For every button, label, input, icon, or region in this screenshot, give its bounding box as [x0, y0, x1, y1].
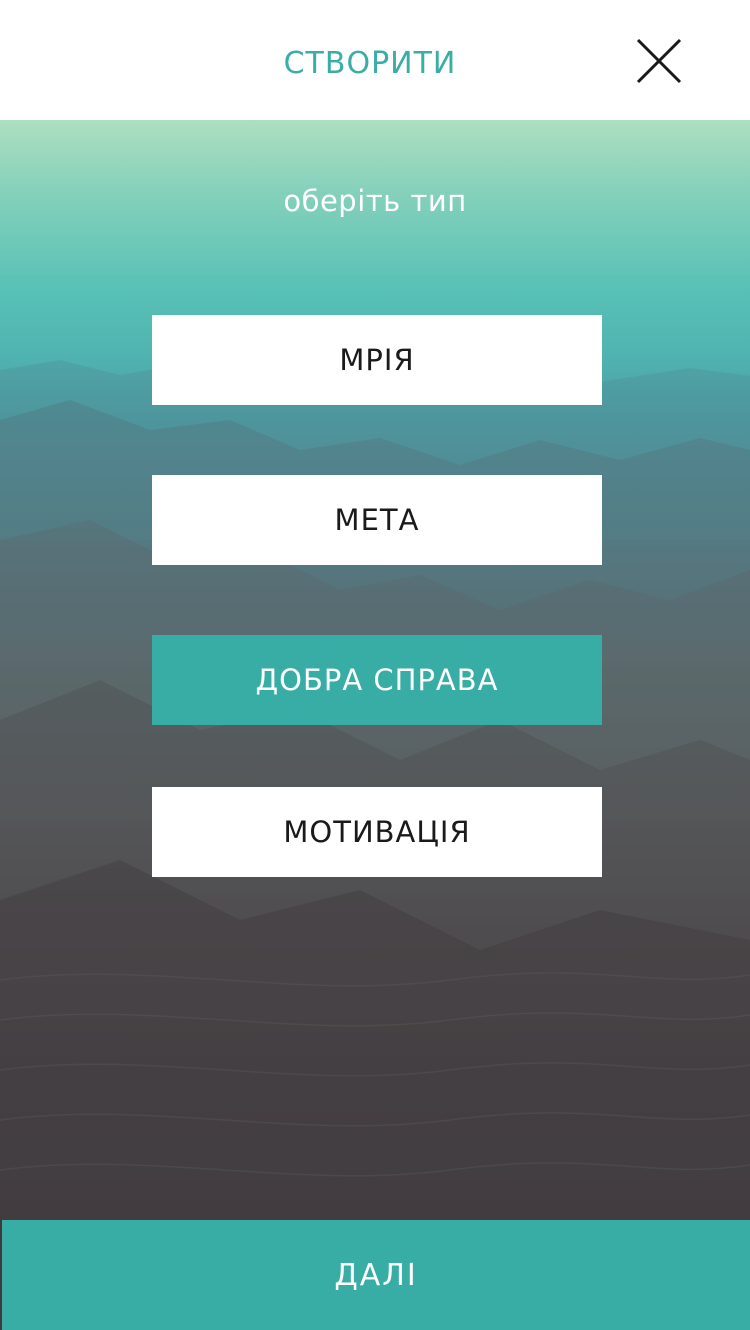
type-option-dream[interactable]: МРІЯ — [152, 315, 602, 405]
type-option-goal[interactable]: МЕТА — [152, 475, 602, 565]
choose-type-label: оберіть тип — [283, 184, 467, 218]
page-title: СТВОРИТИ — [283, 46, 457, 81]
type-option-good-deed[interactable]: ДОБРА СПРАВА — [152, 635, 602, 725]
create-screen: СТВОРИТИ оберіть тип МРІЯ МЕТА ДОБРА СПР… — [0, 0, 750, 1330]
next-button[interactable]: ДАЛІ — [2, 1220, 750, 1330]
type-option-motivation[interactable]: МОТИВАЦІЯ — [152, 787, 602, 877]
header-bar: СТВОРИТИ — [0, 0, 750, 120]
close-icon — [636, 38, 682, 84]
close-button[interactable] — [634, 36, 684, 86]
